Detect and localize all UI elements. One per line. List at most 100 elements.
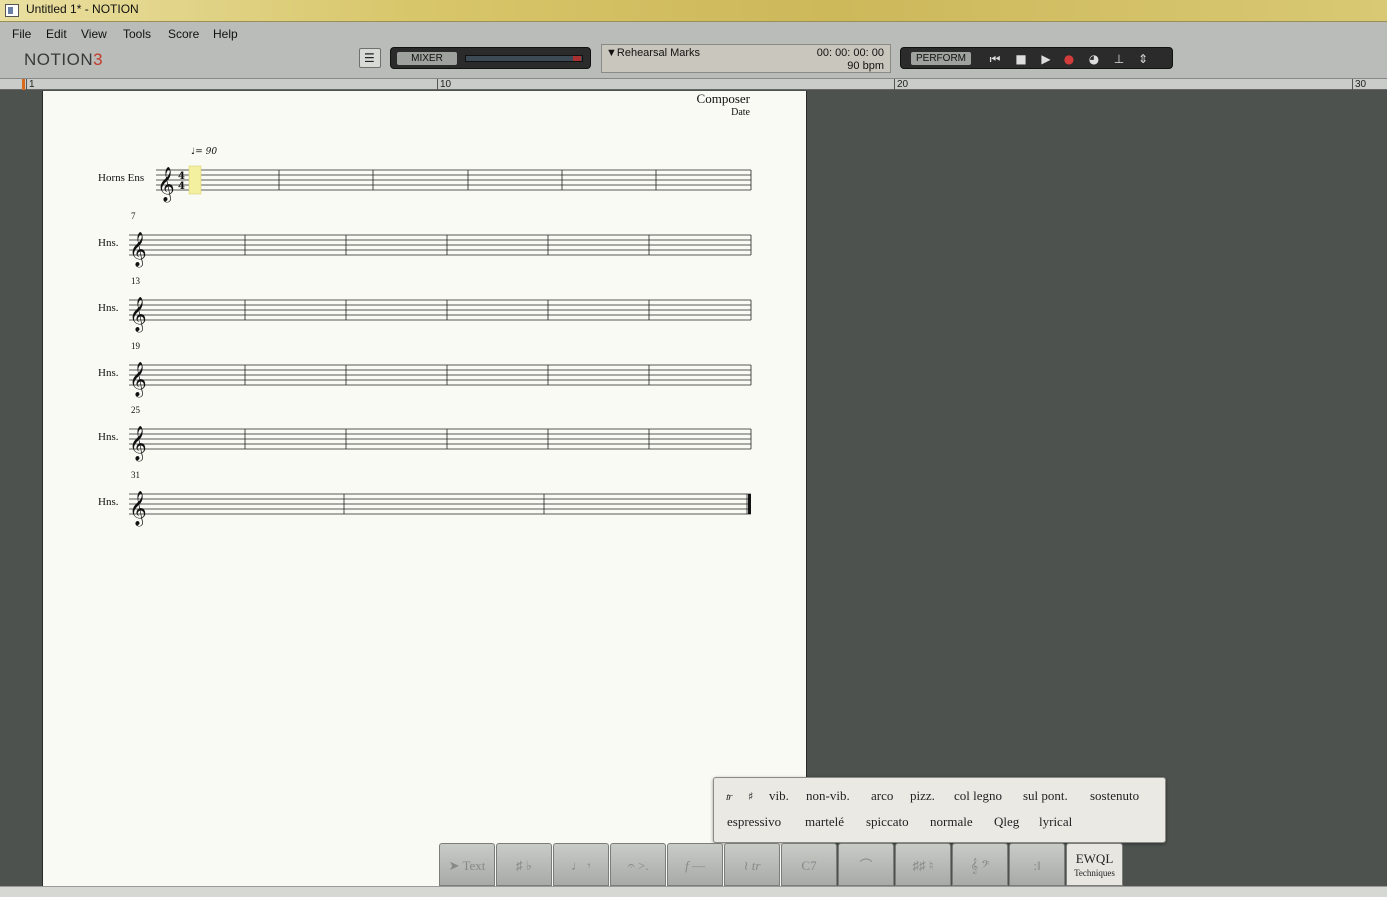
logo-text: NOTION	[24, 50, 94, 69]
timeline-ruler[interactable]: 1 10 20 30	[0, 78, 1387, 90]
sharp-flat-icon: ♯ ♭	[516, 858, 532, 873]
ewql-techniques-palette: 𝆖 ♯ vib. non-vib. arco pizz. col legno s…	[713, 777, 1166, 843]
logo-version: 3	[93, 50, 104, 69]
technique-non-vib[interactable]: non-vib.	[806, 788, 850, 804]
technique-spiccato[interactable]: spiccato	[866, 814, 909, 830]
menu-help[interactable]: Help	[213, 27, 238, 41]
score-page[interactable]: Composer Date ♩= 90 Horns Ens Hns. Hns. …	[42, 91, 807, 886]
tab-chords-label: C7	[801, 858, 817, 873]
window-title: Untitled 1* - NOTION	[26, 2, 139, 16]
note-rest-icon: ♩ 𝄾	[571, 858, 591, 873]
mixer-button[interactable]: MIXER	[397, 52, 457, 65]
peak-indicator	[573, 56, 581, 61]
workspace-right	[808, 91, 1387, 886]
menu-file[interactable]: File	[12, 27, 31, 41]
workspace-left	[0, 91, 42, 886]
rehearsal-marks-dropdown[interactable]: ▼Rehearsal Marks	[606, 47, 700, 59]
tremolo-icon[interactable]: ♯	[748, 790, 753, 803]
tab-ewql-sublabel: Techniques	[1074, 868, 1115, 878]
tab-repeats[interactable]: :‖	[1009, 843, 1065, 886]
treble-clef-icon: 𝄞	[157, 167, 175, 203]
score-setup-button[interactable]: ☰	[359, 48, 381, 68]
tab-text-label: Text	[462, 858, 486, 873]
key-signature-icon: ♯♯ ♮	[912, 858, 934, 873]
staff-system-4	[129, 364, 752, 386]
clefs-icon: 𝄞 𝄢	[970, 858, 990, 873]
ruler-mark-30: 30	[1355, 79, 1367, 90]
trill-icon[interactable]: 𝆖	[726, 790, 732, 804]
loop-icon[interactable]: ◕	[1086, 51, 1102, 67]
metronome-icon[interactable]: ⊥	[1111, 51, 1127, 67]
repeat-barline-icon: :‖	[1033, 858, 1041, 873]
staff-system-3	[129, 299, 752, 321]
technique-arco[interactable]: arco	[871, 788, 893, 804]
ruler-mark-20: 20	[897, 79, 909, 90]
treble-clef-icon: 𝄞	[129, 362, 147, 398]
treble-clef-icon: 𝄞	[129, 491, 147, 527]
cursor-icon: ➤	[448, 858, 460, 873]
tab-chords[interactable]: C7	[781, 843, 837, 886]
time-signature-bottom: 4	[178, 181, 185, 192]
menu-tools[interactable]: Tools	[123, 27, 151, 41]
staff-system-5	[129, 428, 752, 450]
selection-highlight	[188, 165, 202, 195]
ruler-mark-10: 10	[440, 79, 452, 90]
staff-system-2	[129, 234, 752, 256]
treble-clef-icon: 𝄞	[129, 297, 147, 333]
technique-qleg[interactable]: Qleg	[994, 814, 1019, 830]
notion-window: { "window": { "title": "Untitled 1* - NO…	[0, 0, 1387, 897]
treble-clef-icon: 𝄞	[129, 232, 147, 268]
technique-sostenuto[interactable]: sostenuto	[1090, 788, 1139, 804]
record-icon[interactable]: ●	[1061, 51, 1077, 67]
ruler-mark-1: 1	[29, 79, 35, 90]
staff-system-6	[129, 493, 751, 515]
app-icon	[5, 4, 19, 17]
technique-lyrical[interactable]: lyrical	[1039, 814, 1072, 830]
technique-pizz[interactable]: pizz.	[910, 788, 935, 804]
tab-text[interactable]: ➤ Text	[439, 843, 495, 886]
tab-clefs[interactable]: 𝄞 𝄢	[952, 843, 1008, 886]
tab-key-signatures[interactable]: ♯♯ ♮	[895, 843, 951, 886]
treble-clef-icon: 𝄞	[129, 426, 147, 462]
expand-icon[interactable]: ⇕	[1135, 51, 1151, 67]
time-counter: 00: 00: 00: 00	[816, 47, 884, 59]
menu-view[interactable]: View	[81, 27, 107, 41]
dynamics-icon: f —	[685, 858, 705, 873]
tab-accidentals[interactable]: ♯ ♭	[496, 843, 552, 886]
technique-vib[interactable]: vib.	[769, 788, 789, 804]
menu-edit[interactable]: Edit	[46, 27, 67, 41]
playhead-marker[interactable]	[22, 79, 25, 90]
technique-martele[interactable]: martelé	[805, 814, 844, 830]
bend-icon: ⌒	[859, 858, 873, 873]
list-icon: ☰	[364, 51, 375, 65]
master-volume-meter[interactable]	[465, 55, 583, 62]
fermata-accent-icon: 𝄐 >.	[627, 858, 649, 873]
technique-sul-pont[interactable]: sul pont.	[1023, 788, 1068, 804]
perform-button[interactable]: PERFORM	[911, 52, 971, 65]
stop-icon[interactable]: ■	[1013, 51, 1029, 67]
tab-notes-rests[interactable]: ♩ 𝄾	[553, 843, 609, 886]
rehearsal-marks-display[interactable]: ▼Rehearsal Marks 00: 00: 00: 00 90 bpm	[601, 44, 891, 73]
final-barline	[748, 494, 751, 514]
tab-ewql-techniques[interactable]: EWQL Techniques	[1066, 843, 1123, 886]
trill-ornament-icon: ≀ tr	[743, 858, 761, 873]
tab-guitar-techniques[interactable]: ⌒	[838, 843, 894, 886]
technique-col-legno[interactable]: col legno	[954, 788, 1002, 804]
title-bar: Untitled 1* - NOTION	[0, 0, 1387, 22]
rewind-icon[interactable]: ⏮	[987, 51, 1003, 67]
transport-panel: PERFORM ⏮ ■ ▶ ● ◕ ⊥ ⇕	[900, 47, 1173, 69]
horizontal-scrollbar[interactable]	[0, 886, 1387, 897]
staff-system-1	[156, 169, 752, 191]
technique-espressivo[interactable]: espressivo	[727, 814, 781, 830]
staff-systems[interactable]: 𝄞 4 4 𝄞 𝄞 𝄞 𝄞 𝄞	[43, 91, 808, 886]
notion-logo: NOTION3	[24, 50, 103, 70]
tab-dynamics[interactable]: f —	[667, 843, 723, 886]
menu-score[interactable]: Score	[168, 27, 199, 41]
tempo-readout: 90 bpm	[847, 60, 884, 72]
tab-ornaments[interactable]: ≀ tr	[724, 843, 780, 886]
mixer-panel: MIXER	[390, 47, 591, 69]
tab-ewql-label: EWQL	[1075, 851, 1114, 866]
technique-normale[interactable]: normale	[930, 814, 973, 830]
tab-articulations[interactable]: 𝄐 >.	[610, 843, 666, 886]
play-icon[interactable]: ▶	[1038, 51, 1054, 67]
